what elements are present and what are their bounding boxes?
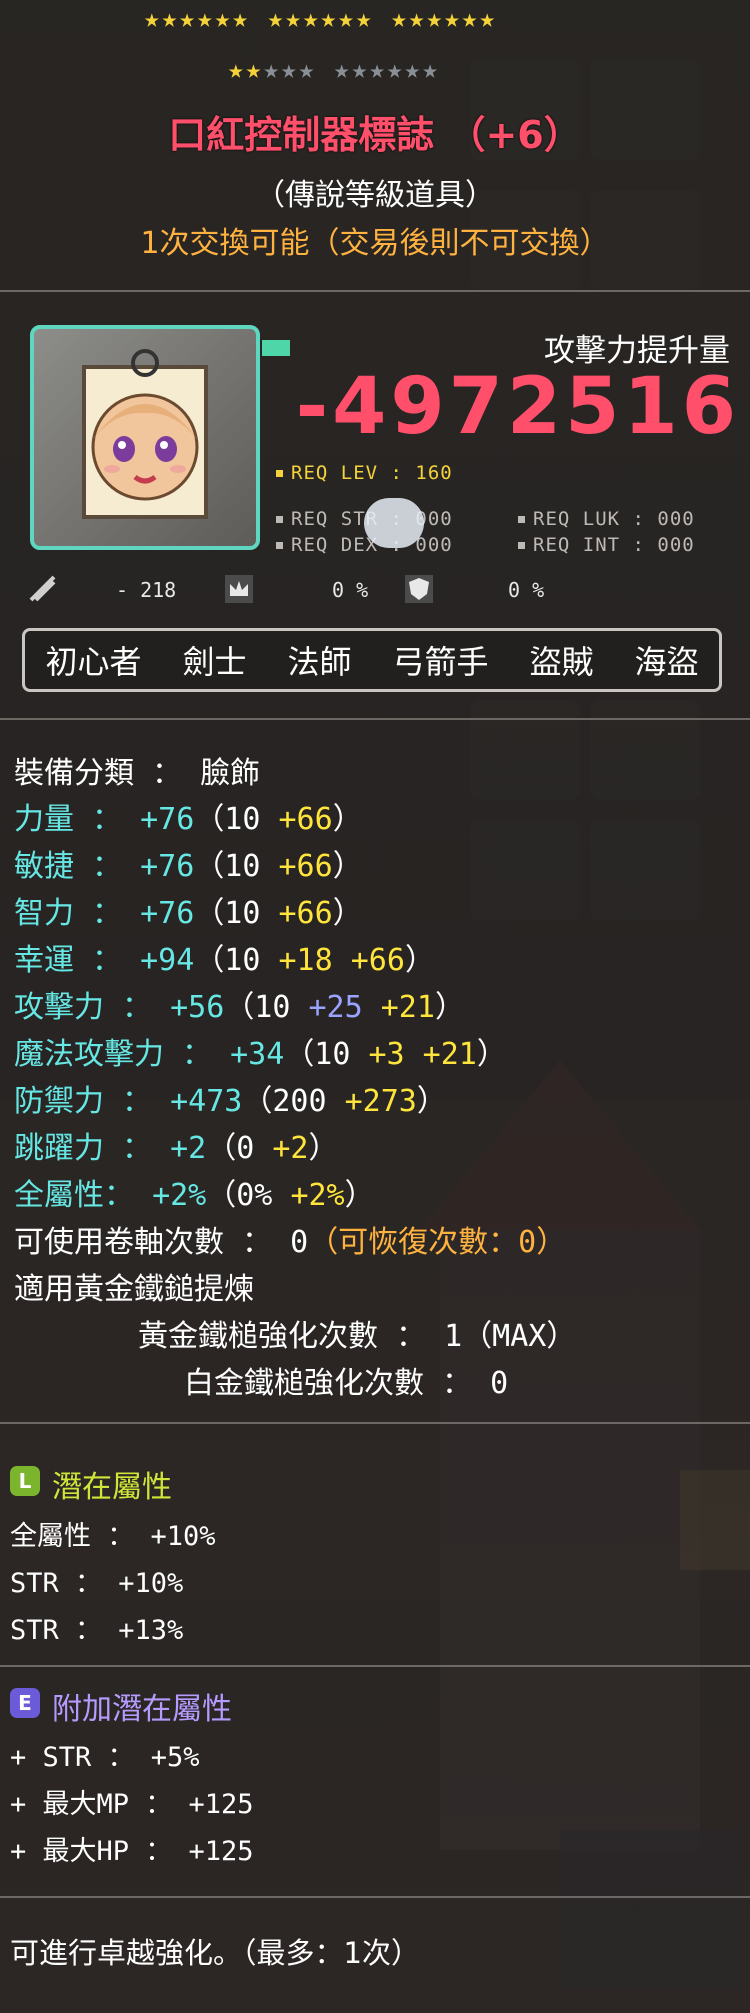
req-luk: REQ LUK : 000: [518, 508, 695, 530]
stat-luk: 幸運 ： +94（10 +18 +66）: [14, 943, 435, 978]
potential-line-2: STR ： +10%: [10, 1568, 184, 1599]
additional-line-2: + 最大MP ： +125: [10, 1789, 254, 1820]
filled-stars: ★★: [228, 55, 264, 85]
potential-line-3: STR ： +13%: [10, 1615, 184, 1646]
face-accessory-icon: [82, 349, 208, 519]
divider: [0, 718, 750, 720]
stat-attack: 攻擊力 ： +56（10 +25 +21）: [14, 990, 465, 1025]
req-dex: REQ DEX : 000: [276, 534, 453, 556]
req-level: REQ LEV : 160: [276, 462, 453, 484]
equip-category: 裝備分類 ： 臉飾: [14, 756, 261, 791]
additional-line-3: + 最大HP ： +125: [10, 1836, 254, 1867]
divider: [0, 1896, 750, 1898]
flag-icon: [262, 340, 290, 356]
potential-title: 潛在屬性: [52, 1470, 172, 1505]
item-grade: （傳說等級道具）: [255, 178, 495, 213]
stat-jump: 跳躍力 ： +2（0 +2）: [14, 1131, 339, 1166]
exceptional-enhance-note: 可進行卓越強化。（最多：1次）: [10, 1936, 420, 1970]
golden-hammer-count: 黃金鐵槌強化次數 ： 1（MAX）: [138, 1319, 577, 1354]
stat-int: 智力 ： +76（10 +66）: [14, 896, 363, 931]
class-bowman: 弓箭手: [392, 643, 489, 681]
class-thief: 盜賊: [529, 643, 594, 681]
tooltip-content: ★★★★★★ ★★★★★★ ★★★★★★ ★★★★★ ★★★★★★ 口紅控制器標…: [0, 0, 750, 2013]
epic-badge-icon: E: [10, 1688, 40, 1718]
item-icon-frame: [30, 325, 260, 550]
sword-compare-icon: [29, 575, 56, 602]
mini-stat-a: - 218: [116, 578, 177, 602]
stat-dex: 敏捷 ： +76（10 +66）: [14, 849, 363, 884]
scroll-slots: 可使用卷軸次數 ： 0（可恢復次數：0）: [14, 1225, 567, 1260]
additional-line-1: + STR ： +5%: [10, 1742, 200, 1773]
legendary-badge-icon: L: [10, 1466, 40, 1496]
divider: [0, 290, 750, 292]
class-warrior: 劍士: [182, 643, 247, 681]
mini-stat-b: 0 %: [332, 578, 369, 602]
divider: [0, 1665, 750, 1667]
potential-line-1: 全屬性 ： +10%: [10, 1521, 216, 1552]
divider: [0, 1422, 750, 1424]
additional-potential-title: 附加潛在屬性: [52, 1692, 232, 1727]
stat-magic-attack: 魔法攻擊力 ： +34（10 +3 +21）: [14, 1037, 507, 1072]
star-force-row-2: ★★★★★ ★★★★★★: [228, 55, 440, 85]
stat-all: 全屬性： +2%（0% +2%）: [14, 1178, 375, 1213]
empty-stars: ★★★ ★★★★★★: [263, 55, 440, 85]
cursor-glow-icon: [364, 498, 424, 548]
item-name: 口紅控制器標誌 （+6）: [168, 113, 582, 157]
shield-icon: [405, 575, 433, 603]
attack-gain-value: -4972516: [295, 362, 740, 452]
mini-stat-c: 0 %: [508, 578, 545, 602]
stat-defense: 防禦力 ： +473（200 +273）: [14, 1084, 447, 1119]
crown-icon: [225, 575, 253, 603]
stat-str: 力量 ： +76（10 +66）: [14, 802, 363, 837]
class-beginner: 初心者: [45, 643, 142, 681]
platinum-hammer-count: 白金鐵槌強化次數 ： 0: [184, 1366, 509, 1401]
job-class-bar: 初心者 劍士 法師 弓箭手 盜賊 海盜: [22, 628, 722, 692]
golden-hammer-note: 適用黃金鐵鎚提煉: [14, 1272, 254, 1307]
class-pirate: 海盜: [634, 643, 699, 681]
star-force-row-1: ★★★★★★ ★★★★★★ ★★★★★★: [144, 4, 498, 34]
trade-info: 1次交換可能（交易後則不可交換）: [140, 226, 610, 261]
class-magician: 法師: [287, 643, 352, 681]
req-int: REQ INT : 000: [518, 534, 695, 556]
